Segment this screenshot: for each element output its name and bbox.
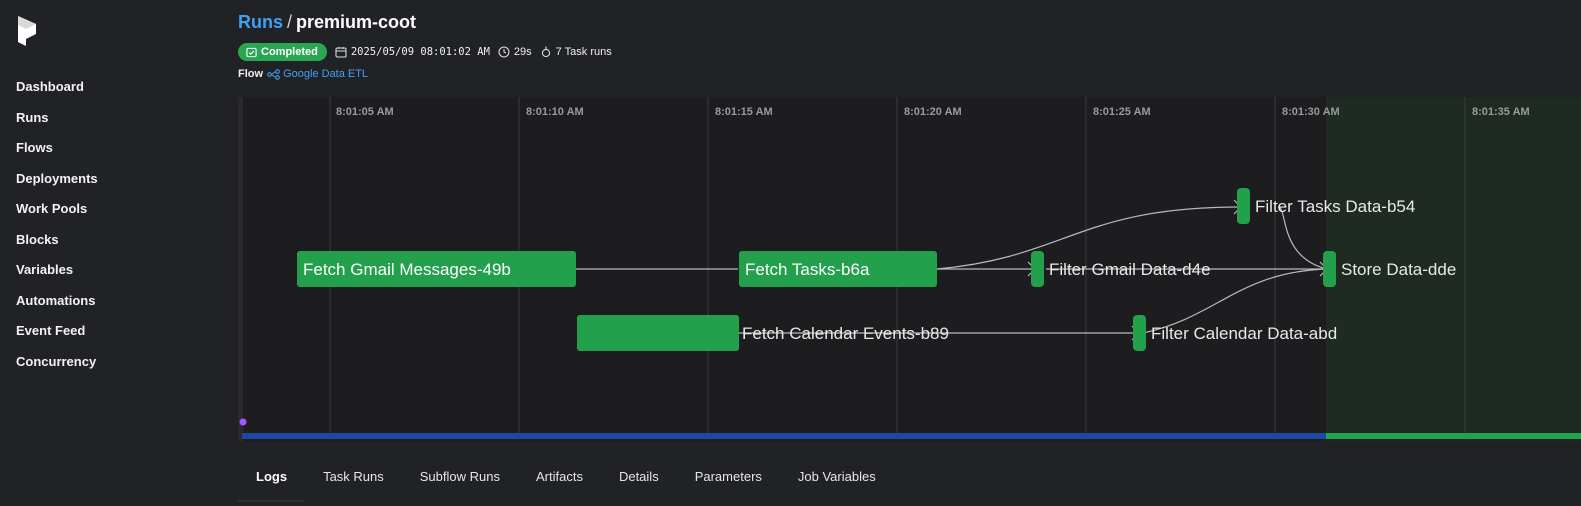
breadcrumb-runs-link[interactable]: Runs — [238, 12, 283, 32]
timeline-left-edge — [238, 97, 243, 441]
sidebar: Dashboard Runs Flows Deployments Work Po… — [0, 0, 238, 506]
sidebar-item-work-pools[interactable]: Work Pools — [16, 200, 98, 231]
tab-subflow-runs[interactable]: Subflow Runs — [402, 462, 518, 492]
node-filter-calendar[interactable]: Filter Calendar Data-abd — [1133, 315, 1337, 351]
tick-label: 8:01:05 AM — [336, 106, 394, 118]
sidebar-item-automations[interactable]: Automations — [16, 292, 98, 323]
sidebar-item-dashboard[interactable]: Dashboard — [16, 78, 98, 109]
node-fetch-calendar[interactable]: Fetch Calendar Events-b89 — [577, 315, 949, 351]
tick-label: 8:01:35 AM — [1472, 106, 1530, 118]
current-time-marker — [239, 418, 247, 426]
task-runs-count[interactable]: 7 Task runs — [540, 46, 612, 58]
main-content: Runs / premium-coot Completed 2025/05/09 0… — [238, 0, 1581, 506]
flow-label: Flow — [238, 68, 264, 80]
node-label: Fetch Calendar Events-b89 — [742, 324, 949, 343]
node-label: Store Data-dde — [1341, 260, 1456, 279]
tick-label: 8:01:15 AM — [715, 106, 773, 118]
tab-parameters[interactable]: Parameters — [677, 462, 780, 492]
start-time: 2025/05/09 08:01:02 AM — [335, 46, 490, 58]
run-progress-bar-complete — [1326, 433, 1581, 439]
node-fetch-gmail[interactable]: Fetch Gmail Messages-49b — [297, 251, 576, 287]
node-label: Filter Gmail Data-d4e — [1049, 260, 1211, 279]
breadcrumb-separator: / — [287, 12, 293, 32]
run-progress-bar — [242, 433, 1326, 439]
sidebar-item-blocks[interactable]: Blocks — [16, 231, 98, 262]
sidebar-item-flows[interactable]: Flows — [16, 139, 98, 170]
tick-label: 8:01:20 AM — [904, 106, 962, 118]
page-title: premium-coot — [296, 12, 417, 32]
tick-label: 8:01:30 AM — [1282, 106, 1340, 118]
sidebar-item-variables[interactable]: Variables — [16, 261, 98, 292]
run-tabs: Logs Task Runs Subflow Runs Artifacts De… — [238, 462, 894, 502]
breadcrumb: Runs / premium-coot — [238, 12, 416, 33]
node-label: Filter Tasks Data-b54 — [1255, 197, 1415, 216]
node-label: Fetch Tasks-b6a — [745, 260, 870, 279]
tick-label: 8:01:10 AM — [526, 106, 584, 118]
edge — [1277, 206, 1328, 270]
flow-name: Google Data ETL — [283, 68, 369, 80]
run-meta: Completed 2025/05/09 08:01:02 AM 29s 7 T… — [238, 43, 612, 61]
start-time-value: 2025/05/09 08:01:02 AM — [350, 46, 490, 58]
tab-details[interactable]: Details — [601, 462, 677, 492]
node-filter-gmail[interactable]: Filter Gmail Data-d4e — [1031, 251, 1211, 287]
flow-link[interactable]: Google Data ETL — [267, 68, 368, 80]
status-badge: Completed — [238, 43, 327, 61]
sidebar-item-event-feed[interactable]: Event Feed — [16, 322, 98, 353]
duration: 29s — [498, 46, 532, 58]
flow-icon — [267, 68, 280, 80]
tick-label: 8:01:25 AM — [1093, 106, 1151, 118]
tab-artifacts[interactable]: Artifacts — [518, 462, 601, 492]
check-icon — [246, 47, 257, 57]
sidebar-item-concurrency[interactable]: Concurrency — [16, 353, 98, 384]
duration-value: 29s — [513, 46, 532, 58]
sidebar-item-runs[interactable]: Runs — [16, 109, 98, 140]
status-label: Completed — [261, 46, 318, 58]
sidebar-item-deployments[interactable]: Deployments — [16, 170, 98, 201]
clock-icon — [498, 46, 510, 58]
timeline-graph[interactable]: 8:01:05 AM 8:01:10 AM 8:01:15 AM 8:01:20… — [238, 97, 1581, 441]
node-label: Filter Calendar Data-abd — [1151, 324, 1337, 343]
flow-row: Flow Google Data ETL — [238, 68, 368, 80]
tab-task-runs[interactable]: Task Runs — [305, 462, 402, 492]
prefect-logo-icon[interactable] — [16, 14, 40, 48]
tab-job-variables[interactable]: Job Variables — [780, 462, 894, 492]
calendar-icon — [335, 47, 347, 58]
node-fetch-tasks[interactable]: Fetch Tasks-b6a — [739, 251, 937, 287]
run-timeline[interactable]: 8:01:05 AM 8:01:10 AM 8:01:15 AM 8:01:20… — [238, 97, 1581, 441]
task-runs-value: 7 Task runs — [555, 46, 612, 58]
tab-logs[interactable]: Logs — [238, 462, 306, 502]
node-label: Fetch Gmail Messages-49b — [303, 260, 511, 279]
sidebar-nav: Dashboard Runs Flows Deployments Work Po… — [16, 78, 98, 383]
task-node-icon — [541, 46, 550, 58]
